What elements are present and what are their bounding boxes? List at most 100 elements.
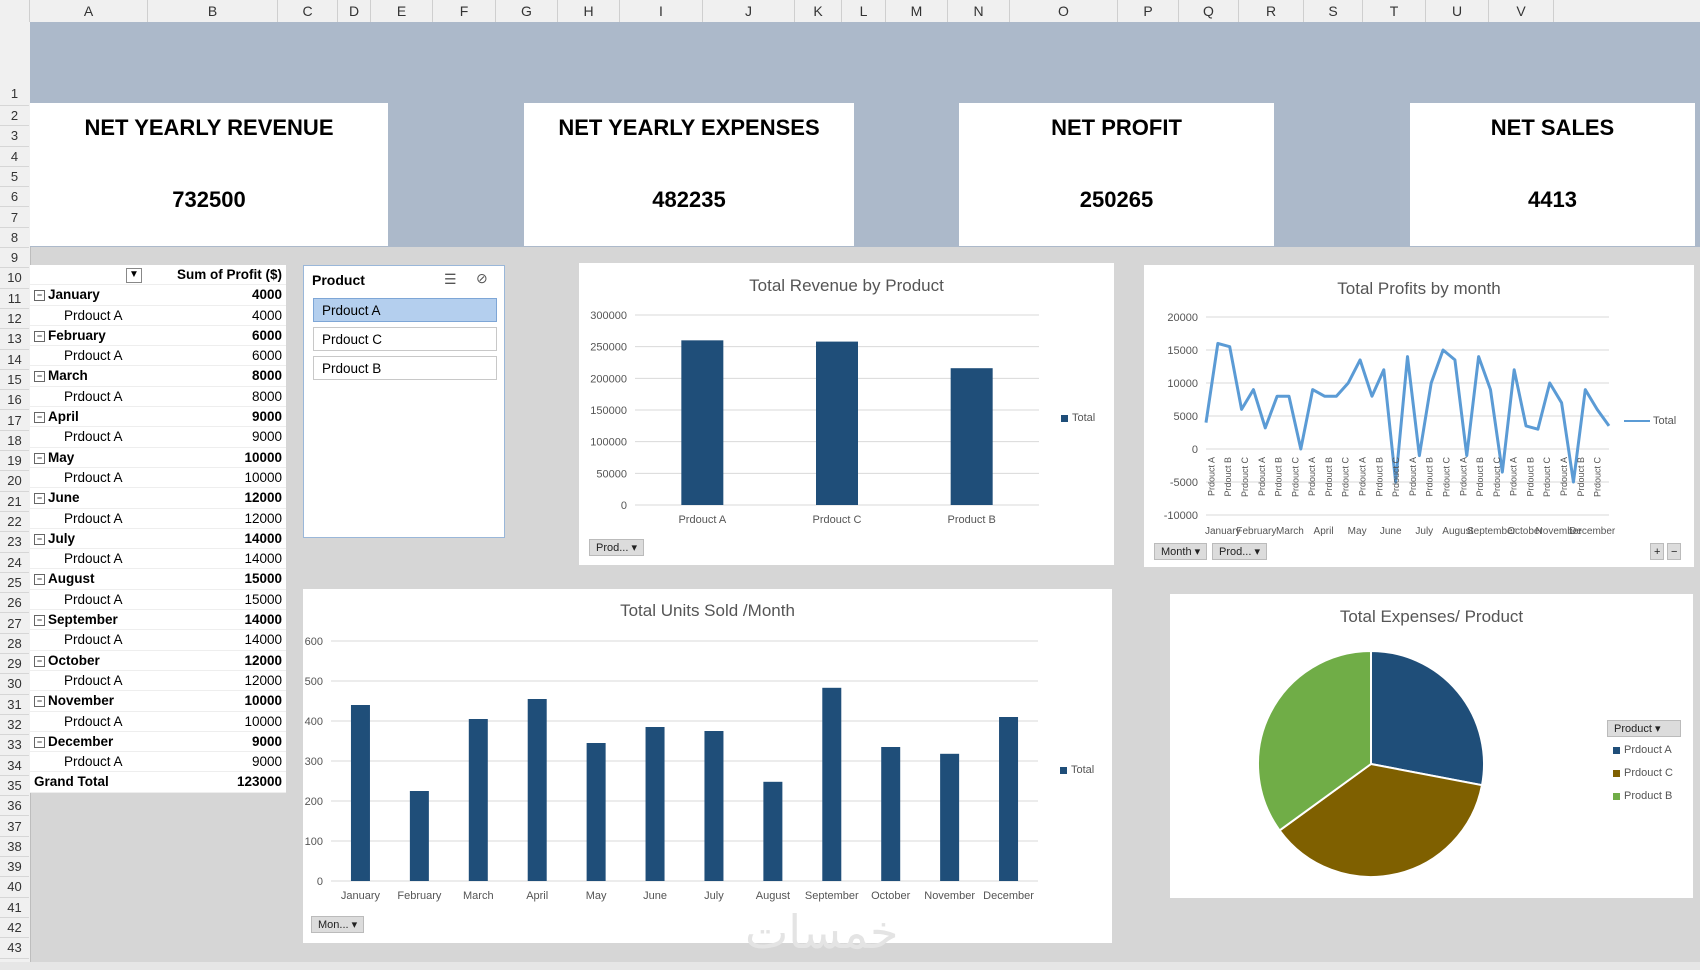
filter-icon[interactable]: ▼	[126, 268, 142, 283]
row-header-12[interactable]: 12	[0, 309, 29, 330]
month-filter-button[interactable]: Mon... ▾	[311, 916, 365, 933]
row-header-27[interactable]: 27	[0, 614, 29, 634]
collapse-icon[interactable]: −	[34, 614, 45, 626]
collapse-icon[interactable]: −	[34, 371, 45, 383]
row-header-40[interactable]: 40	[0, 877, 29, 898]
collapse-icon[interactable]: −	[34, 655, 45, 667]
column-header-c[interactable]: C	[278, 0, 338, 22]
collapse-button[interactable]: −	[1667, 543, 1682, 560]
column-header-e[interactable]: E	[371, 0, 433, 22]
row-header-1[interactable]: 1	[0, 22, 29, 106]
row-header-33[interactable]: 33	[0, 735, 29, 756]
row-header-19[interactable]: 19	[0, 451, 29, 472]
column-header-a[interactable]: A	[30, 0, 148, 22]
slicer-item[interactable]: Prdouct B	[313, 356, 497, 380]
row-header-35[interactable]: 35	[0, 776, 29, 797]
column-header-v[interactable]: V	[1489, 0, 1554, 22]
collapse-icon[interactable]: −	[34, 574, 45, 586]
pivot-month-row[interactable]: − October 12000	[30, 651, 286, 671]
row-header-25[interactable]: 25	[0, 573, 29, 594]
row-header-18[interactable]: 18	[0, 431, 29, 452]
column-header-q[interactable]: Q	[1179, 0, 1239, 22]
product-filter-button[interactable]: Product ▾	[1607, 720, 1681, 737]
column-header-k[interactable]: K	[795, 0, 842, 22]
pivot-month-row[interactable]: − July 14000	[30, 529, 286, 550]
row-header-4[interactable]: 4	[0, 147, 29, 167]
column-header-b[interactable]: B	[148, 0, 278, 22]
collapse-icon[interactable]: −	[34, 452, 45, 464]
row-header-36[interactable]: 36	[0, 796, 29, 817]
row-header-28[interactable]: 28	[0, 634, 29, 655]
column-header-m[interactable]: M	[886, 0, 948, 22]
column-header-p[interactable]: P	[1118, 0, 1179, 22]
row-header-16[interactable]: 16	[0, 390, 29, 411]
row-header-6[interactable]: 6	[0, 187, 29, 208]
column-header-u[interactable]: U	[1426, 0, 1489, 22]
row-header-37[interactable]: 37	[0, 817, 29, 837]
column-header-h[interactable]: H	[558, 0, 620, 22]
pivot-month-row[interactable]: − June 12000	[30, 488, 286, 509]
pivot-month-row[interactable]: − March 8000	[30, 366, 286, 387]
row-header-13[interactable]: 13	[0, 329, 29, 350]
row-header-2[interactable]: 2	[0, 106, 29, 127]
collapse-icon[interactable]: −	[34, 290, 45, 302]
row-header-43[interactable]: 43	[0, 938, 29, 959]
collapse-icon[interactable]: −	[34, 330, 45, 342]
column-header-j[interactable]: J	[703, 0, 795, 22]
slicer-item[interactable]: Prdouct A	[313, 298, 497, 322]
row-header-23[interactable]: 23	[0, 532, 29, 553]
row-header-30[interactable]: 30	[0, 674, 29, 695]
row-header-26[interactable]: 26	[0, 593, 29, 614]
collapse-icon[interactable]: −	[34, 696, 45, 708]
row-header-41[interactable]: 41	[0, 898, 29, 918]
row-header-38[interactable]: 38	[0, 837, 29, 858]
column-header-i[interactable]: I	[620, 0, 703, 22]
collapse-icon[interactable]: −	[34, 412, 45, 424]
clear-filter-icon[interactable]: ⊘	[476, 270, 488, 287]
row-header-24[interactable]: 24	[0, 553, 29, 573]
column-header-o[interactable]: O	[1010, 0, 1118, 22]
product-filter-button[interactable]: Prod... ▾	[589, 539, 644, 556]
row-header-10[interactable]: 10	[0, 268, 29, 289]
slicer-item[interactable]: Prdouct C	[313, 327, 497, 351]
product-filter-button[interactable]: Prod... ▾	[1212, 543, 1267, 560]
row-header-15[interactable]: 15	[0, 370, 29, 391]
row-header-5[interactable]: 5	[0, 167, 29, 188]
collapse-icon[interactable]: −	[34, 736, 45, 748]
pivot-month-row[interactable]: − August 15000	[30, 569, 286, 590]
column-header-t[interactable]: T	[1363, 0, 1426, 22]
column-header-d[interactable]: D	[338, 0, 371, 22]
row-header-9[interactable]: 9	[0, 248, 29, 269]
collapse-icon[interactable]: −	[34, 493, 45, 505]
pivot-month-row[interactable]: − April 9000	[30, 407, 286, 428]
row-header-32[interactable]: 32	[0, 715, 29, 736]
collapse-icon[interactable]: −	[34, 533, 45, 545]
pivot-month-row[interactable]: − January 4000	[30, 285, 286, 306]
row-header-17[interactable]: 17	[0, 411, 29, 431]
row-header-7[interactable]: 7	[0, 208, 29, 228]
row-header-39[interactable]: 39	[0, 857, 29, 878]
row-header-31[interactable]: 31	[0, 695, 29, 715]
row-header-3[interactable]: 3	[0, 126, 29, 147]
column-header-l[interactable]: L	[842, 0, 886, 22]
pivot-month-row[interactable]: − November 10000	[30, 691, 286, 712]
row-header-11[interactable]: 11	[0, 289, 29, 309]
multi-select-icon[interactable]: ☰	[444, 271, 457, 288]
column-header-f[interactable]: F	[433, 0, 496, 22]
pivot-month-row[interactable]: − September 14000	[30, 610, 286, 631]
pivot-month-row[interactable]: − December 9000	[30, 732, 286, 753]
row-header-14[interactable]: 14	[0, 350, 29, 370]
expand-button[interactable]: +	[1650, 543, 1665, 560]
row-header-34[interactable]: 34	[0, 756, 29, 776]
row-header-8[interactable]: 8	[0, 228, 29, 249]
row-header-20[interactable]: 20	[0, 471, 29, 492]
row-header-29[interactable]: 29	[0, 654, 29, 675]
pivot-month-row[interactable]: − February 6000	[30, 326, 286, 347]
select-all-corner[interactable]	[0, 0, 30, 22]
row-header-21[interactable]: 21	[0, 492, 29, 512]
row-header-42[interactable]: 42	[0, 918, 29, 939]
month-filter-button[interactable]: Month ▾	[1154, 543, 1208, 560]
column-header-n[interactable]: N	[948, 0, 1010, 22]
row-header-22[interactable]: 22	[0, 512, 29, 533]
column-header-g[interactable]: G	[496, 0, 558, 22]
